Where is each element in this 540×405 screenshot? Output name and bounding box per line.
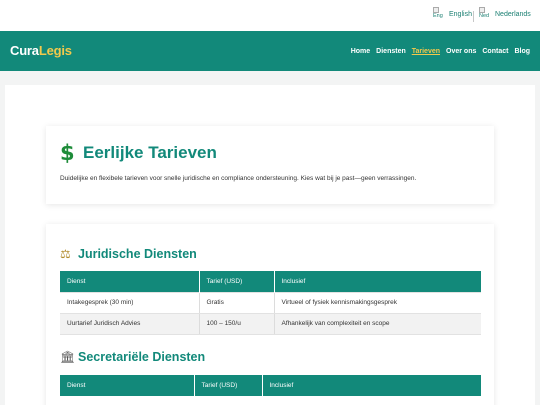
- intro-card: [46, 126, 494, 204]
- main-navbar: CuraLegis Home Diensten Tarieven Over on…: [0, 31, 540, 71]
- language-bar: Eng English Ned Nederlands: [0, 0, 540, 31]
- bank-building-icon: 🏛: [60, 350, 76, 364]
- nav-home[interactable]: Home: [351, 48, 370, 55]
- cell-inclusief: Afhankelijk van complexiteit en scope: [274, 313, 481, 335]
- language-dutch[interactable]: Ned Nederlands: [479, 7, 531, 23]
- dollar-icon: $: [60, 141, 75, 165]
- cell-tarief: Gratis: [199, 291, 275, 314]
- nav-blog[interactable]: Blog: [514, 48, 530, 55]
- language-english[interactable]: Eng English: [433, 7, 472, 23]
- column-header-inclusief: Inclusief: [262, 375, 481, 396]
- table-row: Intakegesprek (30 min) Gratis Virtueel o…: [60, 291, 481, 314]
- legal-services-title: Juridische Diensten: [78, 247, 197, 261]
- legal-services-table: Dienst Tarief (USD) Inclusief Intakegesp…: [60, 271, 481, 335]
- nav-menu: Home Diensten Tarieven Over ons Contact …: [351, 48, 530, 55]
- cell-dienst: Uurtarief Juridisch Advies: [60, 313, 200, 335]
- language-divider: [473, 11, 474, 22]
- nav-contact[interactable]: Contact: [482, 48, 508, 55]
- column-header-tarief: Tarief (USD): [199, 271, 275, 292]
- language-dutch-label[interactable]: Nederlands: [495, 11, 531, 18]
- cell-tarief: 100 – 150/u: [199, 313, 275, 335]
- brand-logo-part2: Legis: [38, 43, 72, 58]
- secretarial-services-title: Secretariële Diensten: [78, 350, 206, 364]
- cell-dienst: Intakegesprek (30 min): [60, 291, 200, 314]
- column-header-dienst: Dienst: [60, 375, 195, 396]
- cell-inclusief: Virtueel of fysiek kennismakingsgesprek: [274, 291, 481, 314]
- dutch-flag-icon: Ned: [479, 7, 490, 23]
- intro-text: Duidelijke en flexibele tarieven voor sn…: [60, 175, 417, 182]
- secretarial-services-table: Dienst Tarief (USD) Inclusief: [60, 375, 481, 396]
- nav-diensten[interactable]: Diensten: [376, 48, 406, 55]
- nav-tarieven[interactable]: Tarieven: [412, 48, 440, 55]
- brand-logo[interactable]: CuraLegis: [10, 43, 72, 58]
- column-header-inclusief: Inclusief: [274, 271, 481, 292]
- page-title: $ Eerlijke Tarieven: [60, 141, 217, 165]
- page-title-text: Eerlijke Tarieven: [83, 143, 217, 162]
- table-row: Uurtarief Juridisch Advies 100 – 150/u A…: [60, 313, 481, 335]
- legal-services-heading: ⚖ Juridische Diensten: [60, 247, 197, 261]
- secretarial-services-heading: 🏛 Secretariële Diensten: [60, 350, 205, 364]
- language-english-label[interactable]: English: [449, 11, 472, 18]
- column-header-tarief: Tarief (USD): [194, 375, 263, 396]
- english-flag-icon: Eng: [433, 7, 444, 23]
- column-header-dienst: Dienst: [60, 271, 200, 292]
- brand-logo-part1: Cura: [10, 43, 39, 58]
- nav-over-ons[interactable]: Over ons: [446, 48, 476, 55]
- scales-icon: ⚖: [60, 247, 71, 261]
